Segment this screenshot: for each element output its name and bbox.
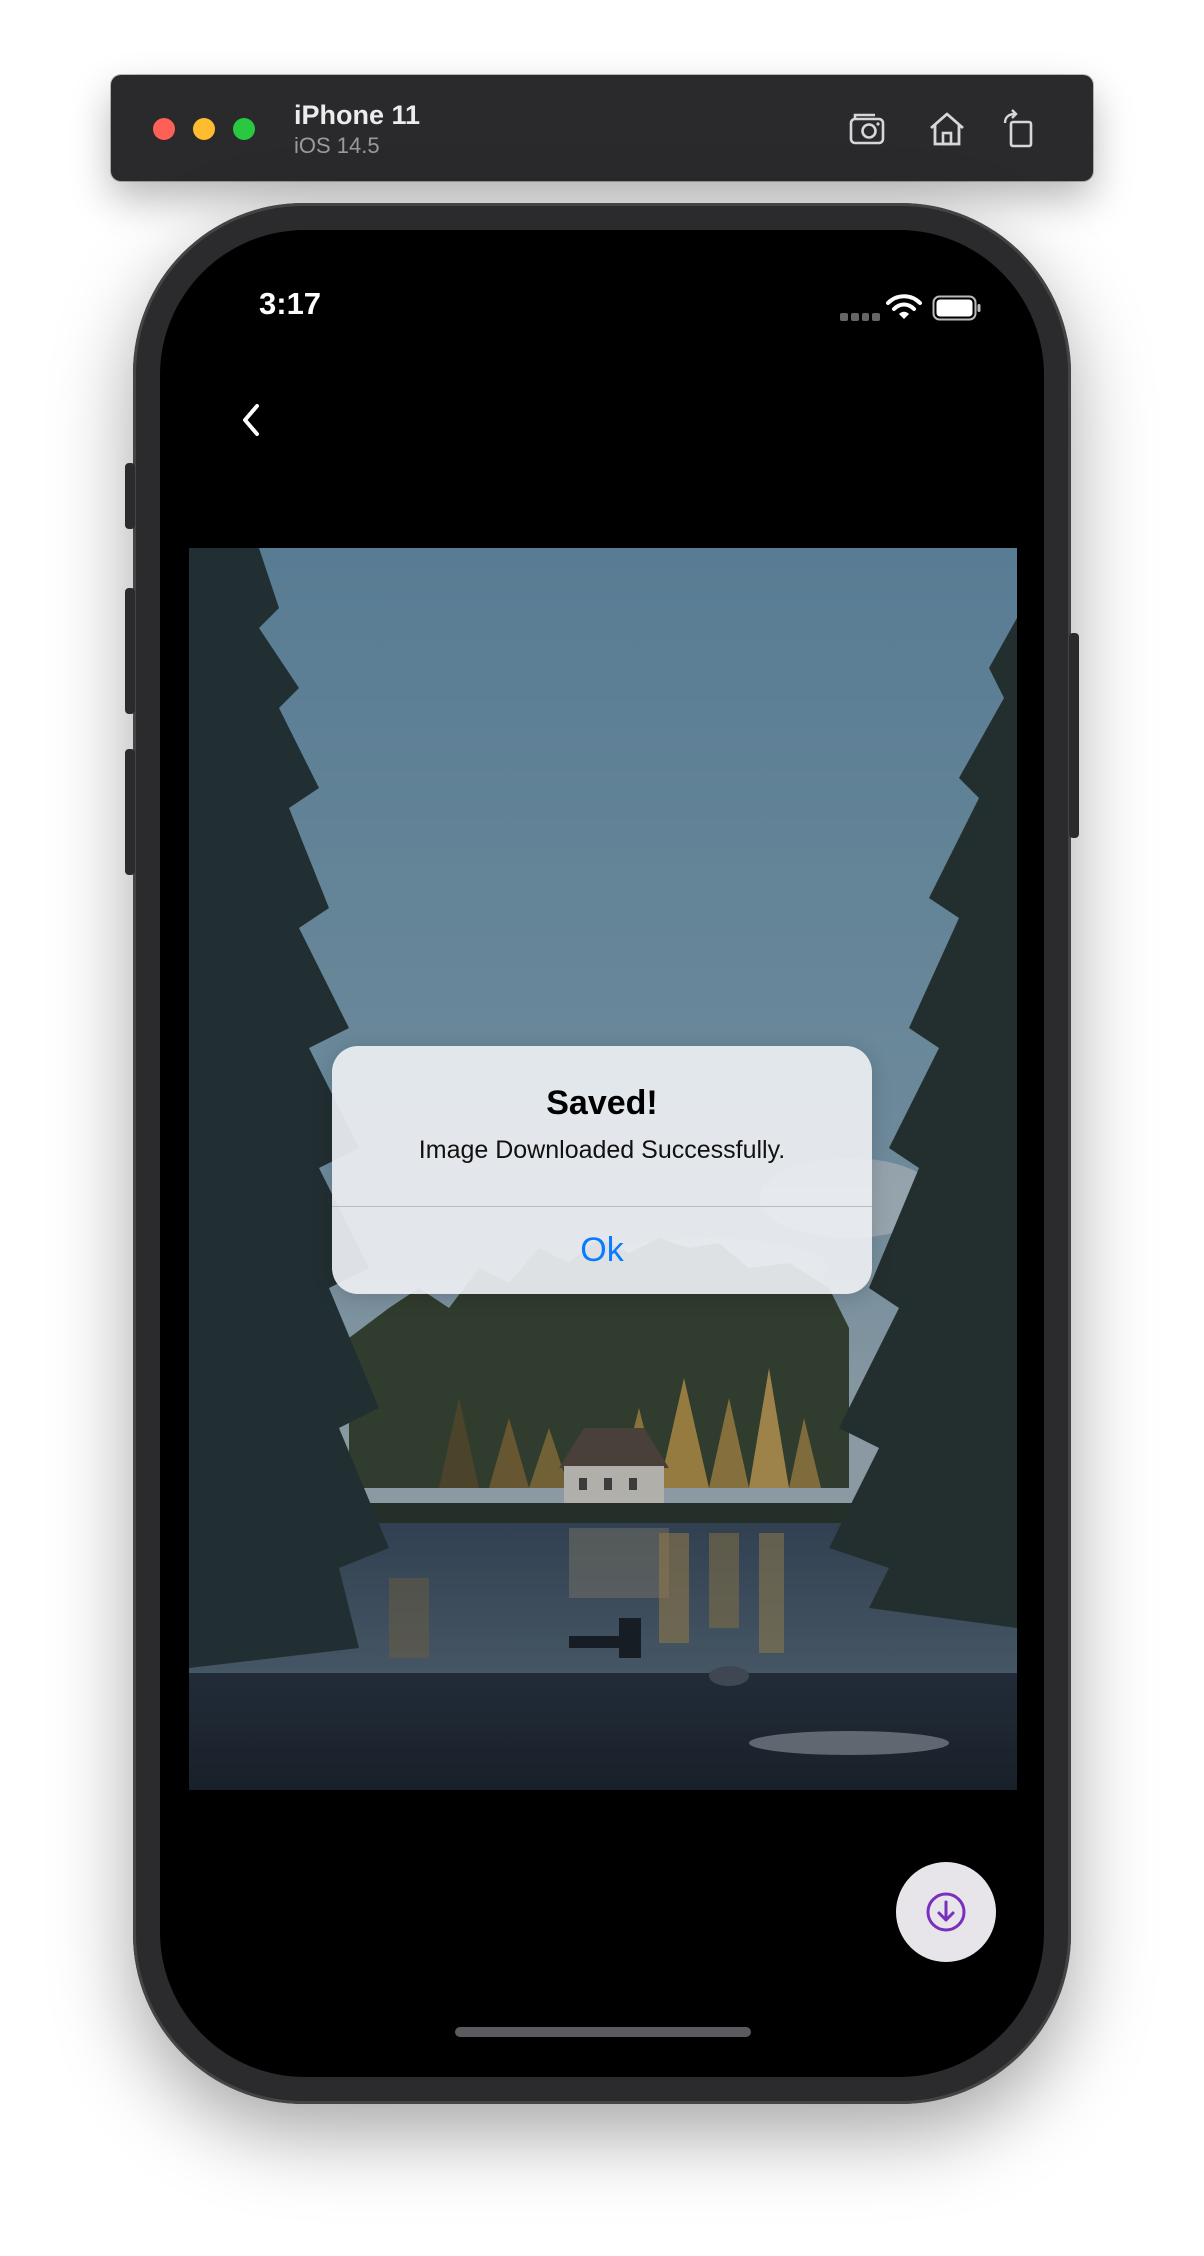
- phone-screen: 3:17 Saved! Image Downloaded Successfull…: [160, 230, 1044, 2077]
- rotate-icon: [1003, 109, 1033, 148]
- back-button[interactable]: [220, 390, 280, 450]
- camera-icon: [849, 113, 885, 145]
- iphone-frame: 3:17 Saved! Image Downloaded Successfull…: [125, 203, 1079, 2104]
- status-time: 3:17: [259, 286, 322, 321]
- device-os-version: iOS 14.5: [294, 133, 380, 158]
- saved-alert-dialog: Saved! Image Downloaded Successfully. Ok: [332, 1046, 872, 1294]
- battery-icon: [932, 295, 981, 321]
- screenshot-button[interactable]: [843, 103, 895, 155]
- device-name: iPhone 11: [294, 100, 421, 130]
- wifi-icon: [886, 294, 922, 319]
- volume-up-button[interactable]: [125, 588, 135, 714]
- minimize-window-button[interactable]: [193, 118, 215, 140]
- alert-message: Image Downloaded Successfully.: [418, 1136, 786, 1164]
- stage: iPhone 11 iOS 14.5 3:17 Saved! Image Dow…: [0, 0, 1204, 2256]
- zoom-window-button[interactable]: [233, 118, 255, 140]
- alert-ok-button[interactable]: Ok: [332, 1207, 872, 1294]
- chevron-left-icon: [243, 404, 259, 436]
- home-button[interactable]: [921, 103, 973, 155]
- download-circle-icon: [926, 1892, 966, 1932]
- home-icon: [930, 112, 964, 146]
- home-indicator[interactable]: [455, 2027, 751, 2037]
- rotate-button[interactable]: [993, 103, 1045, 155]
- cellular-signal-icon: [840, 313, 880, 321]
- close-window-button[interactable]: [153, 118, 175, 140]
- alert-title: Saved!: [546, 1084, 658, 1122]
- volume-down-button[interactable]: [125, 749, 135, 875]
- simulator-toolbar: iPhone 11 iOS 14.5: [111, 75, 1093, 181]
- power-button[interactable]: [1069, 633, 1079, 838]
- mute-switch[interactable]: [125, 463, 135, 529]
- download-button[interactable]: [896, 1862, 996, 1962]
